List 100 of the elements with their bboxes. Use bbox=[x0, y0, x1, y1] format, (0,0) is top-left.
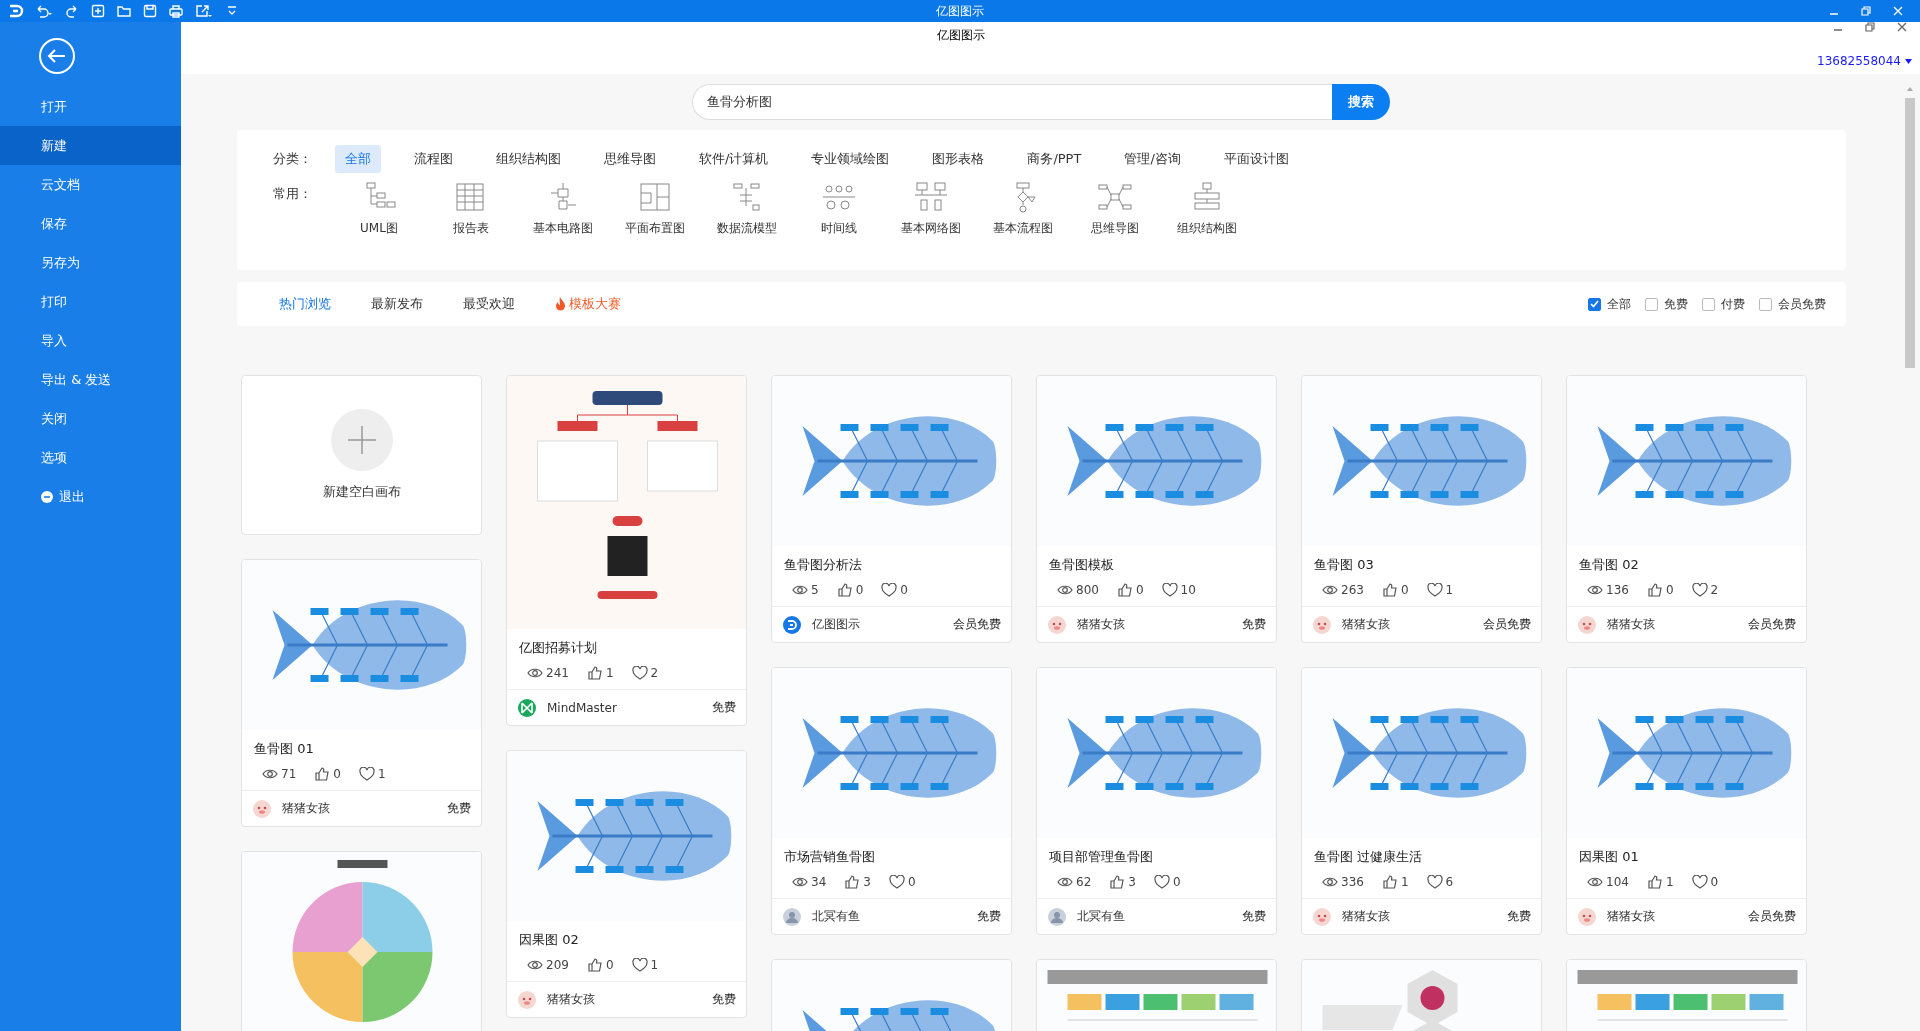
favorite-count: 1 bbox=[650, 958, 659, 972]
template-type-link[interactable]: 基本网络图 bbox=[901, 220, 961, 237]
menu-item[interactable]: 打印 bbox=[0, 282, 181, 321]
heart-icon bbox=[358, 767, 375, 781]
template-card[interactable]: 鱼骨图模板 800 0 10 猪猪女孩 免费 bbox=[1036, 375, 1277, 643]
heart-icon bbox=[631, 958, 648, 972]
search-field[interactable]: 鱼骨分析图 bbox=[692, 84, 1332, 120]
template-card[interactable]: 鱼骨图 02 136 0 2 猪猪女孩 会员免费 bbox=[1566, 375, 1807, 643]
new-canvas-card[interactable]: 新建空白画布 bbox=[241, 375, 482, 535]
account-link[interactable]: 13682558044 bbox=[1817, 54, 1901, 68]
filter-label: 免费 bbox=[1664, 295, 1688, 313]
template-type-link[interactable]: 平面布置图 bbox=[625, 220, 685, 237]
price-label: 会员免费 bbox=[1748, 908, 1796, 925]
eye-icon bbox=[1057, 875, 1073, 889]
menu-item[interactable]: 保存 bbox=[0, 204, 181, 243]
eye-icon bbox=[1322, 875, 1338, 889]
view-count: 800 bbox=[1076, 583, 1099, 597]
checkbox[interactable] bbox=[1645, 297, 1658, 311]
template-type-link[interactable]: 数据流模型 bbox=[717, 220, 777, 237]
thumbs-up-icon bbox=[1116, 583, 1133, 597]
heart-icon bbox=[888, 875, 905, 889]
template-title: 鱼骨图分析法 bbox=[784, 556, 863, 574]
search-button[interactable]: 搜索 bbox=[1332, 84, 1390, 120]
thumbs-up-icon bbox=[1646, 583, 1663, 597]
tab[interactable]: 模板大赛 bbox=[555, 295, 621, 313]
category-tab[interactable]: 组织结构图 bbox=[486, 145, 571, 173]
menu-item[interactable]: 选项 bbox=[0, 438, 181, 477]
template-card[interactable]: 项目部管理鱼骨图 62 3 0 北冥有鱼 免费 bbox=[1036, 667, 1277, 935]
checkbox[interactable] bbox=[1588, 297, 1601, 311]
template-card[interactable]: 市场营销鱼骨图 34 3 0 北冥有鱼 免费 bbox=[771, 667, 1012, 935]
template-type-link[interactable]: 报告表 bbox=[453, 220, 489, 237]
new-canvas-label: 新建空白画布 bbox=[322, 483, 401, 501]
category-tab[interactable]: 商务/PPT bbox=[1017, 145, 1092, 173]
template-card[interactable]: 因果图 02 209 0 1 猪猪女孩 免费 bbox=[506, 750, 747, 1018]
eye-icon bbox=[792, 583, 808, 597]
template-title: 因果图 02 bbox=[519, 931, 580, 949]
checkbox[interactable] bbox=[1759, 297, 1772, 311]
template-card[interactable]: 亿图招募计划 241 1 2 MindMaster 免费 bbox=[506, 375, 747, 726]
template-card[interactable]: 鱼骨图分析法 5 0 0 亿图图示 会员免费 bbox=[771, 375, 1012, 643]
restore-icon[interactable] bbox=[1865, 22, 1875, 32]
like-count: 0 bbox=[1135, 583, 1144, 597]
like-count: 1 bbox=[1400, 875, 1409, 889]
template-type-link[interactable]: 思维导图 bbox=[1091, 220, 1139, 237]
template-type-link[interactable]: UML图 bbox=[360, 220, 398, 237]
author-name: MindMaster bbox=[547, 700, 617, 715]
author-name: 猪猪女孩 bbox=[1607, 908, 1655, 925]
diagram-icon[interactable] bbox=[1097, 181, 1133, 213]
template-type-link[interactable]: 基本电路图 bbox=[533, 220, 593, 237]
category-tab[interactable]: 软件/计算机 bbox=[689, 145, 779, 173]
new-document-icon[interactable] bbox=[90, 3, 106, 19]
view-count: 104 bbox=[1606, 875, 1629, 889]
menu-item[interactable]: 新建 bbox=[0, 126, 181, 165]
category-tab[interactable]: 平面设计图 bbox=[1213, 145, 1299, 173]
menu-item[interactable]: 云文档 bbox=[0, 165, 181, 204]
tab[interactable]: 最受欢迎 bbox=[463, 295, 515, 313]
avatar-icon bbox=[782, 906, 802, 927]
folder-icon[interactable] bbox=[116, 3, 132, 19]
heart-icon bbox=[1691, 583, 1708, 597]
category-tab[interactable]: 全部 bbox=[335, 145, 381, 173]
view-count: 34 bbox=[811, 875, 827, 889]
printer-icon[interactable] bbox=[168, 3, 184, 19]
export-icon[interactable] bbox=[194, 3, 214, 19]
category-tab[interactable]: 图形表格 bbox=[922, 145, 995, 173]
caret-icon[interactable] bbox=[1905, 58, 1912, 64]
template-type-link[interactable]: 时间线 bbox=[821, 220, 857, 237]
thumbs-up-icon bbox=[1381, 583, 1398, 597]
close-icon[interactable] bbox=[1897, 22, 1907, 32]
avatar-icon bbox=[1047, 614, 1067, 635]
template-type-link[interactable]: 组织结构图 bbox=[1177, 220, 1237, 237]
view-count: 336 bbox=[1341, 875, 1364, 889]
template-card[interactable]: 鱼骨图 过健康生活 336 1 6 猪猪女孩 免费 bbox=[1301, 667, 1542, 935]
menu-item[interactable]: 导入 bbox=[0, 321, 181, 360]
template-card[interactable]: 鱼骨图 01 71 0 1 猪猪女孩 免费 bbox=[241, 559, 482, 827]
template-type-link[interactable]: 基本流程图 bbox=[993, 220, 1053, 237]
price-label: 免费 bbox=[1242, 616, 1266, 633]
save-icon[interactable] bbox=[142, 3, 158, 19]
menu-item[interactable]: 退出 bbox=[59, 487, 85, 506]
menu-item[interactable]: 另存为 bbox=[0, 243, 181, 282]
tab[interactable]: 最新发布 bbox=[371, 295, 423, 313]
favorite-count: 0 bbox=[907, 875, 916, 889]
category-tab[interactable]: 流程图 bbox=[404, 145, 463, 173]
diagram-icon[interactable] bbox=[913, 181, 949, 213]
author-name: 猪猪女孩 bbox=[1607, 616, 1655, 633]
tab[interactable]: 热门浏览 bbox=[279, 295, 331, 313]
logo-icon[interactable] bbox=[8, 3, 24, 19]
author-name: 猪猪女孩 bbox=[1342, 908, 1390, 925]
favorite-count: 0 bbox=[1710, 875, 1719, 889]
menu-item[interactable]: 导出 & 发送 bbox=[0, 360, 181, 399]
template-card[interactable]: 因果图 01 104 1 0 猪猪女孩 会员免费 bbox=[1566, 667, 1807, 935]
category-tab[interactable]: 管理/咨询 bbox=[1114, 145, 1191, 173]
category-tab[interactable]: 思维导图 bbox=[594, 145, 666, 173]
category-tab[interactable]: 专业领域绘图 bbox=[801, 145, 900, 173]
template-card[interactable]: 鱼骨图 03 263 0 1 猪猪女孩 会员免费 bbox=[1301, 375, 1542, 643]
menu-item[interactable]: 打开 bbox=[0, 87, 181, 126]
category-label: 分类： bbox=[273, 150, 313, 168]
eye-icon bbox=[527, 958, 543, 972]
heart-icon bbox=[1691, 875, 1708, 889]
menu-item[interactable]: 关闭 bbox=[0, 399, 181, 438]
avatar-icon bbox=[1577, 614, 1597, 635]
checkbox[interactable] bbox=[1702, 297, 1715, 311]
